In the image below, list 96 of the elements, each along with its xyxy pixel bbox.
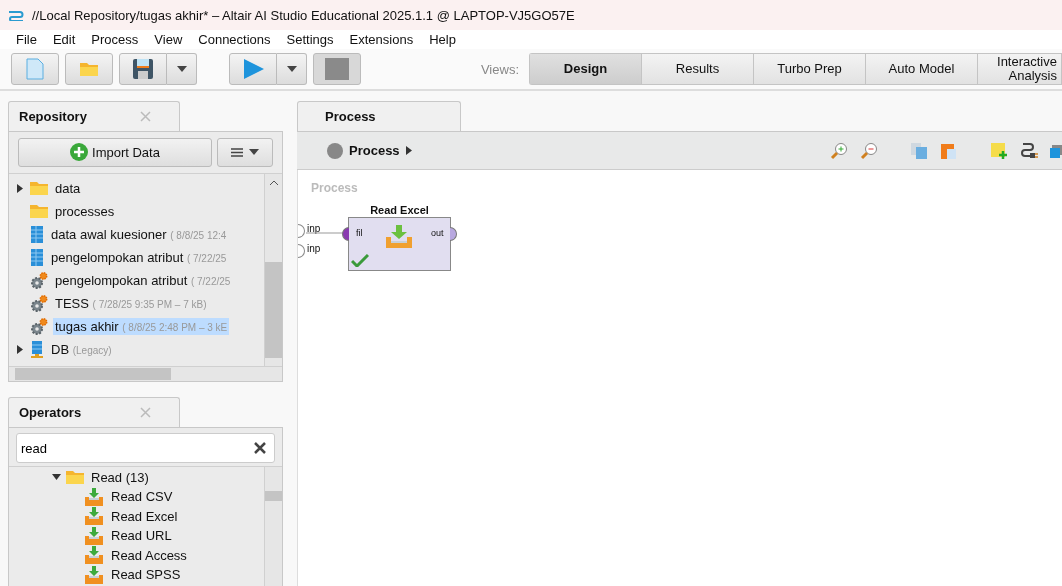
menu-item[interactable]: Process	[83, 32, 147, 47]
port-label: inp	[307, 222, 321, 234]
scroll-up-icon[interactable]	[268, 179, 279, 186]
tree-item[interactable]: Read (13)	[89, 468, 151, 486]
read-operator-icon	[84, 487, 104, 506]
save-button[interactable]	[119, 53, 167, 85]
connection-line	[306, 232, 344, 234]
view-tab[interactable]: Turbo Prep	[754, 54, 866, 84]
read-operator-icon	[385, 225, 413, 249]
horizontal-scrollbar[interactable]	[9, 366, 282, 382]
tree-item[interactable]: data	[53, 179, 83, 197]
tree-item[interactable]: Read SPSS	[109, 566, 183, 584]
clear-icon[interactable]	[253, 441, 267, 456]
view-tab[interactable]: Interactive Analysis	[978, 54, 1062, 84]
stop-icon	[325, 58, 349, 80]
tree-item[interactable]: DB (Legacy)	[49, 340, 114, 358]
output-port[interactable]	[450, 227, 457, 241]
menu-item[interactable]: Edit	[44, 32, 84, 47]
plus-icon	[70, 143, 89, 162]
open-button[interactable]	[65, 53, 113, 85]
new-process-button[interactable]	[11, 53, 59, 85]
search-field[interactable]: read	[16, 433, 275, 464]
tree-item[interactable]: processes	[53, 202, 117, 220]
process-tab[interactable]: Process	[297, 101, 461, 131]
read-operator-icon	[84, 565, 104, 584]
gear-icon	[30, 317, 48, 335]
copy-icon[interactable]	[910, 141, 928, 160]
tree-item[interactable]: TESS ( 7/28/25 9:35 PM – 7 kB)	[53, 294, 209, 312]
canvas-label: Process	[311, 181, 358, 195]
plug-icon[interactable]	[1020, 141, 1038, 160]
process-icon	[327, 142, 343, 159]
scrollbar[interactable]	[264, 173, 282, 367]
gear-icon	[30, 294, 48, 312]
tree-item[interactable]: Read URL	[109, 527, 174, 545]
view-tab[interactable]: Design	[530, 54, 642, 84]
add-note-icon[interactable]	[990, 141, 1008, 160]
input-port[interactable]	[298, 244, 305, 258]
tree-item[interactable]: Read CSV	[109, 488, 175, 506]
folder-icon	[66, 470, 84, 485]
folder-icon	[30, 181, 48, 196]
menu-button[interactable]	[217, 137, 273, 167]
caret-icon	[249, 149, 259, 156]
caret-icon	[286, 66, 297, 72]
menu-item[interactable]: View	[146, 32, 191, 47]
tree-item[interactable]: data awal kuesioner ( 8/8/25 12:4	[49, 225, 229, 243]
scrollbar[interactable]	[264, 467, 282, 586]
table-icon	[30, 248, 44, 266]
repository-tab[interactable]: Repository	[8, 101, 180, 131]
tree-item[interactable]: Read Excel	[109, 507, 180, 525]
gear-icon	[30, 271, 48, 289]
caret-icon	[176, 66, 187, 72]
read-operator-icon	[84, 526, 104, 545]
expand-arrow-icon[interactable]	[15, 344, 25, 355]
menu-item[interactable]: Extensions	[341, 32, 422, 47]
close-icon[interactable]	[140, 110, 151, 122]
input-port[interactable]	[342, 227, 349, 241]
save-dropdown-button[interactable]	[167, 53, 197, 85]
breadcrumb-arrow-icon[interactable]	[405, 146, 412, 155]
menu-item[interactable]: File	[8, 32, 45, 47]
folder-icon	[80, 62, 98, 76]
input-port[interactable]	[298, 224, 305, 238]
paste-icon[interactable]	[940, 141, 958, 160]
operator-node[interactable]	[348, 217, 451, 271]
app-logo-icon	[8, 9, 24, 21]
port-label: fil	[356, 228, 363, 238]
read-operator-icon	[84, 546, 104, 565]
menu-item[interactable]: Settings	[278, 32, 342, 47]
tree-item[interactable]: tugas akhir ( 8/8/25 2:48 PM – 3 kE	[53, 317, 230, 335]
close-icon[interactable]	[140, 407, 151, 419]
zoom-out-icon[interactable]	[860, 141, 878, 160]
zoom-in-icon[interactable]	[830, 141, 848, 160]
view-tab[interactable]: Auto Model	[866, 54, 978, 84]
views-label: Views:	[480, 61, 519, 77]
run-dropdown-button[interactable]	[277, 53, 307, 85]
read-operator-icon	[84, 507, 104, 526]
menu-item[interactable]: Connections	[190, 32, 279, 47]
play-icon	[241, 57, 265, 81]
tree-item[interactable]: Read Access	[109, 546, 189, 564]
collapse-arrow-icon[interactable]	[51, 472, 61, 483]
operators-tab[interactable]: Operators	[8, 397, 180, 428]
menu-icon	[231, 147, 243, 157]
table-icon	[30, 225, 44, 243]
breadcrumb[interactable]: Process	[349, 143, 400, 158]
expand-arrow-icon[interactable]	[15, 183, 25, 194]
folder-icon	[30, 204, 48, 219]
window-title: //Local Repository/tugas akhir* – Altair AI Studio Educational 2025.1.1 @ LAPTOP-VJ5GO57E	[32, 7, 575, 23]
import-data-button[interactable]: Import Data	[18, 137, 212, 167]
tree-item[interactable]: pengelompokan atribut ( 7/22/25	[53, 271, 233, 289]
view-tab[interactable]: Results	[642, 54, 754, 84]
document-icon	[26, 58, 44, 80]
port-label: inp	[307, 242, 321, 254]
tree-item[interactable]: pengelompokan atribut ( 7/22/25	[49, 248, 229, 266]
menu-item[interactable]: Help	[421, 32, 464, 47]
operator-name: Read Excel	[369, 204, 430, 216]
database-icon	[30, 340, 44, 358]
port-label: out	[431, 228, 444, 238]
